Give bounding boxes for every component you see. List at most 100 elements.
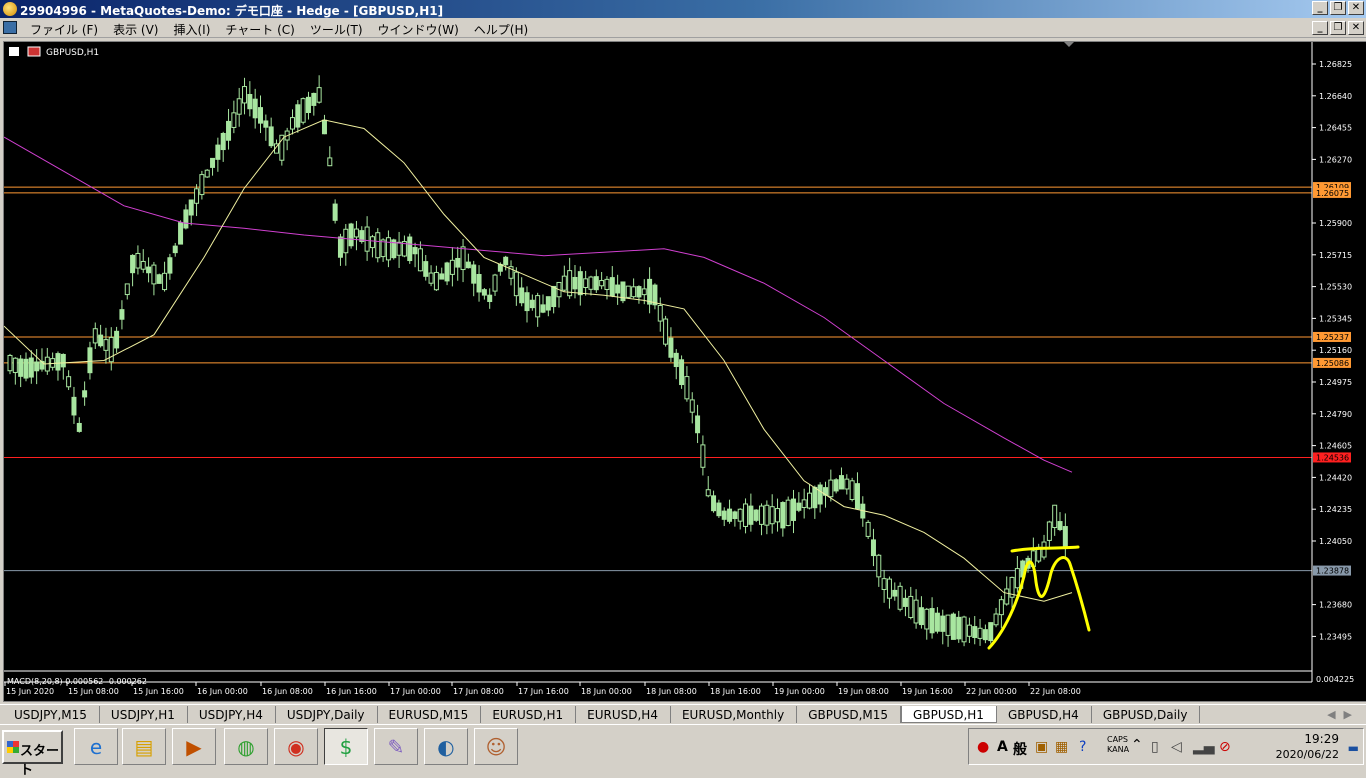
media-center-icon[interactable]: ◐ <box>424 728 468 765</box>
chart-tab[interactable]: EURUSD,H4 <box>576 706 671 723</box>
candle-body <box>641 288 647 296</box>
candle-body <box>668 337 674 358</box>
ime-dictionary-icon[interactable]: ▣ <box>1035 739 1048 755</box>
time-tick-label: 17 Jun 16:00 <box>518 687 569 696</box>
tray-expand-icon[interactable]: ⌃ <box>1131 737 1143 753</box>
candle-body <box>924 608 930 630</box>
candle-body <box>103 339 109 351</box>
child-window-icon[interactable] <box>3 21 17 34</box>
candle-body <box>695 415 701 434</box>
menu-file[interactable]: ファイル (F) <box>26 20 109 38</box>
chart-tab[interactable]: GBPUSD,Daily <box>1092 706 1201 723</box>
media-player-icon[interactable]: ▶ <box>172 728 216 765</box>
chart-tab[interactable]: EURUSD,Monthly <box>671 706 798 723</box>
metatrader-icon[interactable]: $ <box>324 728 368 765</box>
level-price-label: 1.25086 <box>1316 359 1349 368</box>
chart-tab[interactable]: EURUSD,H1 <box>481 706 577 723</box>
ime-tool-icon[interactable]: ▦ <box>1055 739 1068 755</box>
menu-insert[interactable]: 挿入(I) <box>169 20 221 38</box>
candle-body <box>993 613 999 626</box>
candle-body <box>396 241 402 256</box>
candle-body <box>199 174 205 196</box>
candle-body <box>98 334 104 347</box>
taskbar: スタート e ▤ ▶ ◍ ◉ $ ✎ ◐ ☺ ● A 般 ▣ ▦ ? CAPS KANA ⌃ ▯… <box>0 724 1366 778</box>
close-button[interactable]: ✕ <box>1348 1 1364 15</box>
chart-tab[interactable]: USDJPY,H1 <box>100 706 188 723</box>
candle-body <box>444 262 450 282</box>
help-icon[interactable]: ? <box>1079 739 1086 755</box>
candle-body <box>929 608 935 634</box>
network-signal-icon[interactable]: ▂▄ <box>1193 739 1215 755</box>
photo-viewer-icon[interactable]: ☺ <box>474 728 518 765</box>
candle-body <box>593 276 599 291</box>
menu-help[interactable]: ヘルプ(H) <box>470 20 539 38</box>
chart-tab[interactable]: GBPUSD,M15 <box>797 706 902 723</box>
candle-body <box>242 86 248 104</box>
child-restore-button[interactable]: ❐ <box>1330 21 1346 35</box>
menu-view[interactable]: 表示 (V) <box>109 20 169 38</box>
price-chart[interactable]: 1.26109 1.26075 1.25237 1.25086 1.24536 1.238… <box>3 41 1366 702</box>
time-tick-label: 18 Jun 00:00 <box>581 687 632 696</box>
candle-body <box>12 357 18 374</box>
security-alert-icon[interactable]: ⊘ <box>1219 739 1231 755</box>
candle-body <box>609 277 615 297</box>
chart-tab[interactable]: USDJPY,Daily <box>276 706 378 723</box>
chart-tab[interactable]: EURUSD,M15 <box>378 706 482 723</box>
candle-body <box>966 624 972 637</box>
time-tick-label: 15 Jun 2020 <box>6 687 54 696</box>
network-globe-icon[interactable]: ◍ <box>224 728 268 765</box>
candle-body <box>870 539 876 557</box>
candle-body <box>753 509 759 521</box>
window-titlebar[interactable]: 29904996 - MetaQuotes-Demo: デモ口座 - Hedge… <box>0 0 1366 18</box>
restore-button[interactable]: ❐ <box>1330 1 1346 15</box>
child-close-button[interactable]: ✕ <box>1348 21 1364 35</box>
candle-body <box>561 275 567 291</box>
chart-tab[interactable]: USDJPY,H4 <box>188 706 276 723</box>
candle-body <box>673 352 679 368</box>
clock-date[interactable]: 2020/06/22 <box>1276 748 1339 761</box>
candle-body <box>1057 521 1063 531</box>
time-tick-label: 18 Jun 16:00 <box>710 687 761 696</box>
candle-body <box>913 599 919 624</box>
paint-icon[interactable]: ✎ <box>374 728 418 765</box>
menu-chart[interactable]: チャート (C) <box>221 20 305 38</box>
menu-tools[interactable]: ツール(T) <box>306 20 374 38</box>
start-button[interactable]: スタート <box>2 730 63 778</box>
usb-device-icon[interactable]: ▯ <box>1151 739 1159 755</box>
tab-scroll-arrows[interactable]: ◀▶ <box>1327 708 1360 721</box>
candle-body <box>657 304 663 322</box>
candle-body <box>908 595 914 619</box>
candle-body <box>1014 568 1020 589</box>
candle-body <box>412 247 418 255</box>
show-desktop-icon[interactable]: ▬ <box>1348 741 1359 755</box>
chrome-icon[interactable]: ◉ <box>274 728 318 765</box>
explorer-icon[interactable]: ▤ <box>122 728 166 765</box>
menu-window[interactable]: ウインドウ(W) <box>374 20 470 38</box>
ime-input-mode[interactable]: A <box>997 739 1008 755</box>
candle-body <box>87 347 93 374</box>
chart-shift-marker[interactable] <box>1064 42 1074 47</box>
clock-time[interactable]: 19:29 <box>1304 732 1339 746</box>
volume-icon[interactable]: ◁ <box>1171 739 1182 755</box>
candle-body <box>433 271 439 291</box>
candle-body <box>700 444 706 468</box>
ime-conversion-mode[interactable]: 般 <box>1013 739 1027 759</box>
time-tick-label: 18 Jun 08:00 <box>646 687 697 696</box>
chart-tab[interactable]: GBPUSD,H1 <box>901 706 997 723</box>
minimize-button[interactable]: _ <box>1312 1 1328 15</box>
chart-tab[interactable]: GBPUSD,H4 <box>997 706 1092 723</box>
candle-body <box>865 521 871 537</box>
ime-toolbar-icon[interactable]: ● <box>977 739 989 755</box>
chart-tab[interactable]: USDJPY,M15 <box>3 706 100 723</box>
candle-body <box>481 289 487 296</box>
ie-icon[interactable]: e <box>74 728 118 765</box>
candle-body <box>998 599 1004 616</box>
child-minimize-button[interactable]: _ <box>1312 21 1328 35</box>
macd-label: MACD(8,20,8) 0.000562 -0.000262 <box>7 677 147 686</box>
chart-menu-icon[interactable] <box>9 47 19 56</box>
candle-body <box>327 157 333 167</box>
chart-canvas[interactable]: 1.261091.260751.252371.250861.245361.238… <box>4 42 1366 701</box>
candle-body <box>348 223 354 247</box>
candle-body <box>28 357 34 378</box>
candle-body <box>785 499 791 526</box>
